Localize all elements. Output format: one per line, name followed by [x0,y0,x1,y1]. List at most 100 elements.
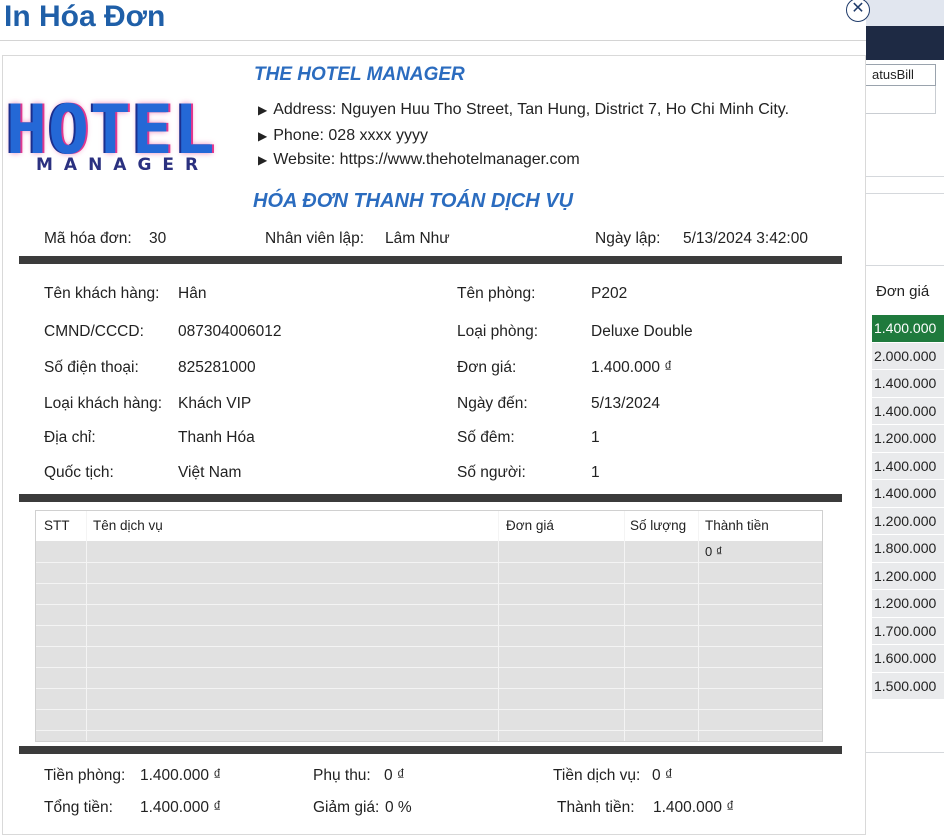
customer-name-label: Tên khách hàng: [44,285,160,302]
background-price-cell[interactable]: 1.600.000 [872,645,944,673]
room-fee-value: 1.400.000 ₫ [140,767,222,784]
background-price-cell[interactable]: 1.400.000 [872,397,944,425]
customer-phone-value: 825281000 [178,359,256,376]
section-divider [19,746,842,754]
people-value: 1 [591,464,600,481]
background-price-cell[interactable]: 1.500.000 [872,672,944,700]
services-table[interactable]: STT Tên dịch vụ Đơn giá Số lượng Thành t… [35,510,823,752]
background-price-cell[interactable]: 2.000.000 [872,342,944,370]
arrow-icon: ▶ [258,153,268,167]
hotel-logo: HOTEL MANAGER [6,91,240,180]
background-price-cell[interactable]: 1.400.000 [872,480,944,508]
column-header-total[interactable]: Thành tiền [705,518,769,533]
customer-phone-label: Số điện thoại: [44,359,139,376]
arrival-label: Ngày đến: [457,395,528,412]
address-text: Address: Nguyen Huu Tho Street, Tan Hung… [273,101,790,118]
discount-value: 0 % [385,799,412,816]
customer-nationality-value: Việt Nam [178,464,242,481]
background-price-cell[interactable]: 1.200.000 [872,507,944,535]
people-label: Số người: [457,464,526,481]
invoice-heading: HÓA ĐƠN THANH TOÁN DỊCH VỤ [253,190,574,212]
table-row-divider [36,688,822,689]
table-row-divider [36,667,822,668]
column-header-quantity[interactable]: Số lượng [630,518,686,533]
background-price-cell[interactable]: 1.200.000 [872,562,944,590]
arrival-value: 5/13/2024 [591,395,660,412]
services-table-header: STT Tên dịch vụ Đơn giá Số lượng Thành t… [36,511,822,541]
background-toolbar [866,0,944,26]
section-divider [19,494,842,502]
room-fee-label: Tiền phòng: [44,767,126,784]
background-app: atusBill Đơn giá 1.400.000 2.000.000 1.400… [866,0,944,835]
total-value: 1.400.000 ₫ [140,799,222,816]
column-divider [86,511,87,741]
invoice-id-value: 30 [149,230,167,247]
date-label: Ngày lập: [595,230,661,247]
print-invoice-screen: atusBill Đơn giá 1.400.000 2.000.000 1.400… [0,0,944,835]
customer-address-value: Thanh Hóa [178,429,255,446]
customer-name-value: Hân [178,285,207,302]
company-phone: ▶ Phone: 028 xxxx yyyy [258,127,428,145]
column-header-stt[interactable]: STT [44,518,70,533]
background-price-cell[interactable]: 1.200.000 [872,590,944,618]
final-amount-label: Thành tiền: [557,799,635,816]
website-text: Website: https://www.thehotelmanager.com [273,151,580,168]
customer-nationality-label: Quốc tịch: [44,464,114,481]
room-price-value: 1.400.000 ₫ [591,359,673,376]
service-fee-label: Tiền dịch vụ: [553,767,641,784]
background-header-bar [866,26,944,60]
background-divider [866,752,944,753]
staff-label: Nhân viên lập: [265,230,365,247]
nights-value: 1 [591,429,600,446]
section-divider [19,256,842,264]
column-divider [624,511,625,741]
customer-id-value: 087304006012 [178,323,282,340]
background-price-cell[interactable]: 1.400.000 [872,315,944,343]
room-name-value: P202 [591,285,628,302]
surcharge-value: 0 ₫ [384,767,405,784]
column-divider [698,511,699,741]
table-row-divider [36,625,822,626]
close-icon: ✕ [851,0,865,17]
column-header-service-name[interactable]: Tên dịch vụ [93,518,163,533]
table-row-divider [36,604,822,605]
service-total-cell[interactable]: 0 ₫ [705,544,723,559]
company-address: ▶ Address: Nguyen Huu Tho Street, Tan Hun… [258,101,789,119]
nights-label: Số đêm: [457,429,515,446]
arrow-icon: ▶ [258,103,268,117]
service-fee-value: 0 ₫ [652,767,673,784]
background-divider [866,176,944,177]
customer-address-label: Địa chỉ: [44,429,96,446]
customer-type-value: Khách VIP [178,395,252,412]
title-divider [0,40,866,41]
dialog-title: In Hóa Đơn [4,0,166,33]
background-price-cell[interactable]: 1.700.000 [872,617,944,645]
background-status-field[interactable]: atusBill [866,64,936,86]
table-row-divider [36,583,822,584]
background-price-cell[interactable]: 1.200.000 [872,425,944,453]
logo-subtext: MANAGER [36,155,210,175]
room-name-label: Tên phòng: [457,285,536,302]
column-header-unit-price[interactable]: Đơn giá [506,518,554,533]
company-name: THE HOTEL MANAGER [254,64,465,85]
table-row-divider [36,646,822,647]
date-value: 5/13/2024 3:42:00 [683,230,808,247]
background-price-cell[interactable]: 1.400.000 [872,452,944,480]
background-price-column: 1.400.000 2.000.000 1.400.000 1.400.000 1.20… [872,315,944,700]
customer-id-label: CMND/CCCD: [44,323,144,340]
table-row-divider [36,709,822,710]
total-label: Tổng tiền: [44,799,113,816]
logo-text: HOTEL [6,91,216,170]
customer-type-label: Loại khách hàng: [44,395,163,412]
background-column-header[interactable]: Đơn giá [876,283,929,300]
room-price-label: Đơn giá: [457,359,517,376]
background-price-cell[interactable]: 1.400.000 [872,370,944,398]
background-divider [866,265,944,266]
table-row-divider [36,562,822,563]
table-row-divider [36,730,822,731]
invoice-id-label: Mã hóa đơn: [44,230,132,247]
background-price-cell[interactable]: 1.800.000 [872,535,944,563]
background-field-box [866,86,936,114]
discount-label: Giảm giá: [313,799,380,816]
arrow-icon: ▶ [258,129,268,143]
